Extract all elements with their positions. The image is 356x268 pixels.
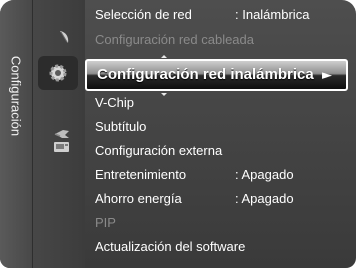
subtitle-item[interactable]: Subtítulo xyxy=(95,119,348,139)
subtitle-label: Subtítulo xyxy=(95,119,147,134)
software-update-item[interactable]: Actualización del software xyxy=(95,239,348,259)
vchip-item[interactable]: V-Chip xyxy=(95,95,348,115)
category-title: Configuración xyxy=(8,55,24,137)
entertainment-label: Entretenimiento xyxy=(95,167,187,182)
wired-network-config-item: Configuración red cableada xyxy=(95,32,348,52)
scroll-up-icon xyxy=(161,55,167,58)
entertainment-item[interactable]: Entretenimiento : Apagado xyxy=(95,167,348,187)
settings-gear-icon[interactable] xyxy=(38,56,78,90)
vchip-label: V-Chip xyxy=(95,95,135,110)
software-update-label: Actualización del software xyxy=(95,239,246,254)
category-label-column: Configuración xyxy=(0,0,33,268)
energy-saving-value: : Apagado xyxy=(235,191,294,206)
network-selection-value: : Inalámbrica xyxy=(235,7,310,22)
wireless-network-config-item[interactable]: Configuración red inalámbrica ► xyxy=(85,59,348,91)
application-icon[interactable] xyxy=(51,137,73,157)
pip-label: PIP xyxy=(95,215,116,230)
settings-menu-panel: Configuración Selección de red : Inalámb… xyxy=(0,0,356,268)
energy-saving-item[interactable]: Ahorro energía : Apagado xyxy=(95,191,348,211)
network-selection-item[interactable]: Selección de red : Inalámbrica xyxy=(95,7,348,27)
external-config-label: Configuración externa xyxy=(95,143,223,158)
category-icon-column xyxy=(33,0,85,268)
wireless-network-config-label: Configuración red inalámbrica xyxy=(97,66,314,83)
entertainment-value: : Apagado xyxy=(235,167,294,182)
submenu-arrow-icon: ► xyxy=(322,68,332,83)
pip-item: PIP xyxy=(95,215,348,235)
external-config-item[interactable]: Configuración externa xyxy=(95,143,348,163)
satellite-dish-icon[interactable] xyxy=(53,27,75,47)
settings-menu-list: Selección de red : Inalámbrica Configura… xyxy=(85,0,356,268)
energy-saving-label: Ahorro energía xyxy=(95,191,182,206)
network-selection-label: Selección de red xyxy=(95,7,192,22)
wired-network-config-label: Configuración red cableada xyxy=(95,32,254,47)
